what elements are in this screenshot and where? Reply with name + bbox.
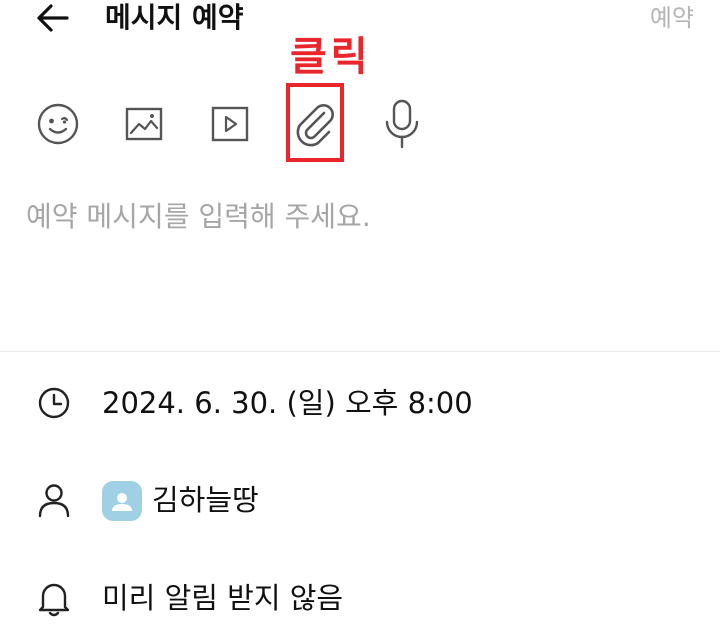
microphone-button[interactable] [374, 86, 430, 162]
back-button[interactable] [30, 0, 74, 36]
image-icon [125, 107, 163, 141]
attachment-toolbar [0, 86, 720, 166]
message-input[interactable] [26, 188, 686, 244]
emoticon-button[interactable] [30, 86, 86, 162]
image-button[interactable] [116, 86, 172, 162]
recipient-avatar [102, 481, 142, 521]
notification-row[interactable]: 미리 알림 받지 않음 [0, 570, 720, 626]
page-title: 메시지 예약 [105, 1, 244, 34]
click-annotation-label: 클릭 [290, 34, 372, 80]
clock-icon [34, 383, 74, 423]
bell-icon [34, 578, 74, 618]
recipient-row[interactable]: 김하늘땅 [0, 472, 720, 528]
microphone-icon [385, 99, 419, 149]
video-icon [211, 106, 249, 142]
attachment-button[interactable] [287, 86, 343, 162]
person-icon [34, 480, 74, 520]
video-button[interactable] [202, 86, 258, 162]
divider [0, 351, 720, 352]
arrow-left-icon [37, 4, 69, 32]
emoticon-icon [37, 103, 79, 145]
reserve-button[interactable]: 예약 [650, 0, 694, 36]
schedule-row[interactable]: 2024. 6. 30. (일) 오후 8:00 [0, 375, 720, 431]
notification-setting: 미리 알림 받지 않음 [102, 581, 344, 615]
schedule-datetime: 2024. 6. 30. (일) 오후 8:00 [102, 386, 473, 420]
attachment-icon [296, 104, 334, 147]
recipient-name: 김하늘땅 [152, 483, 259, 517]
